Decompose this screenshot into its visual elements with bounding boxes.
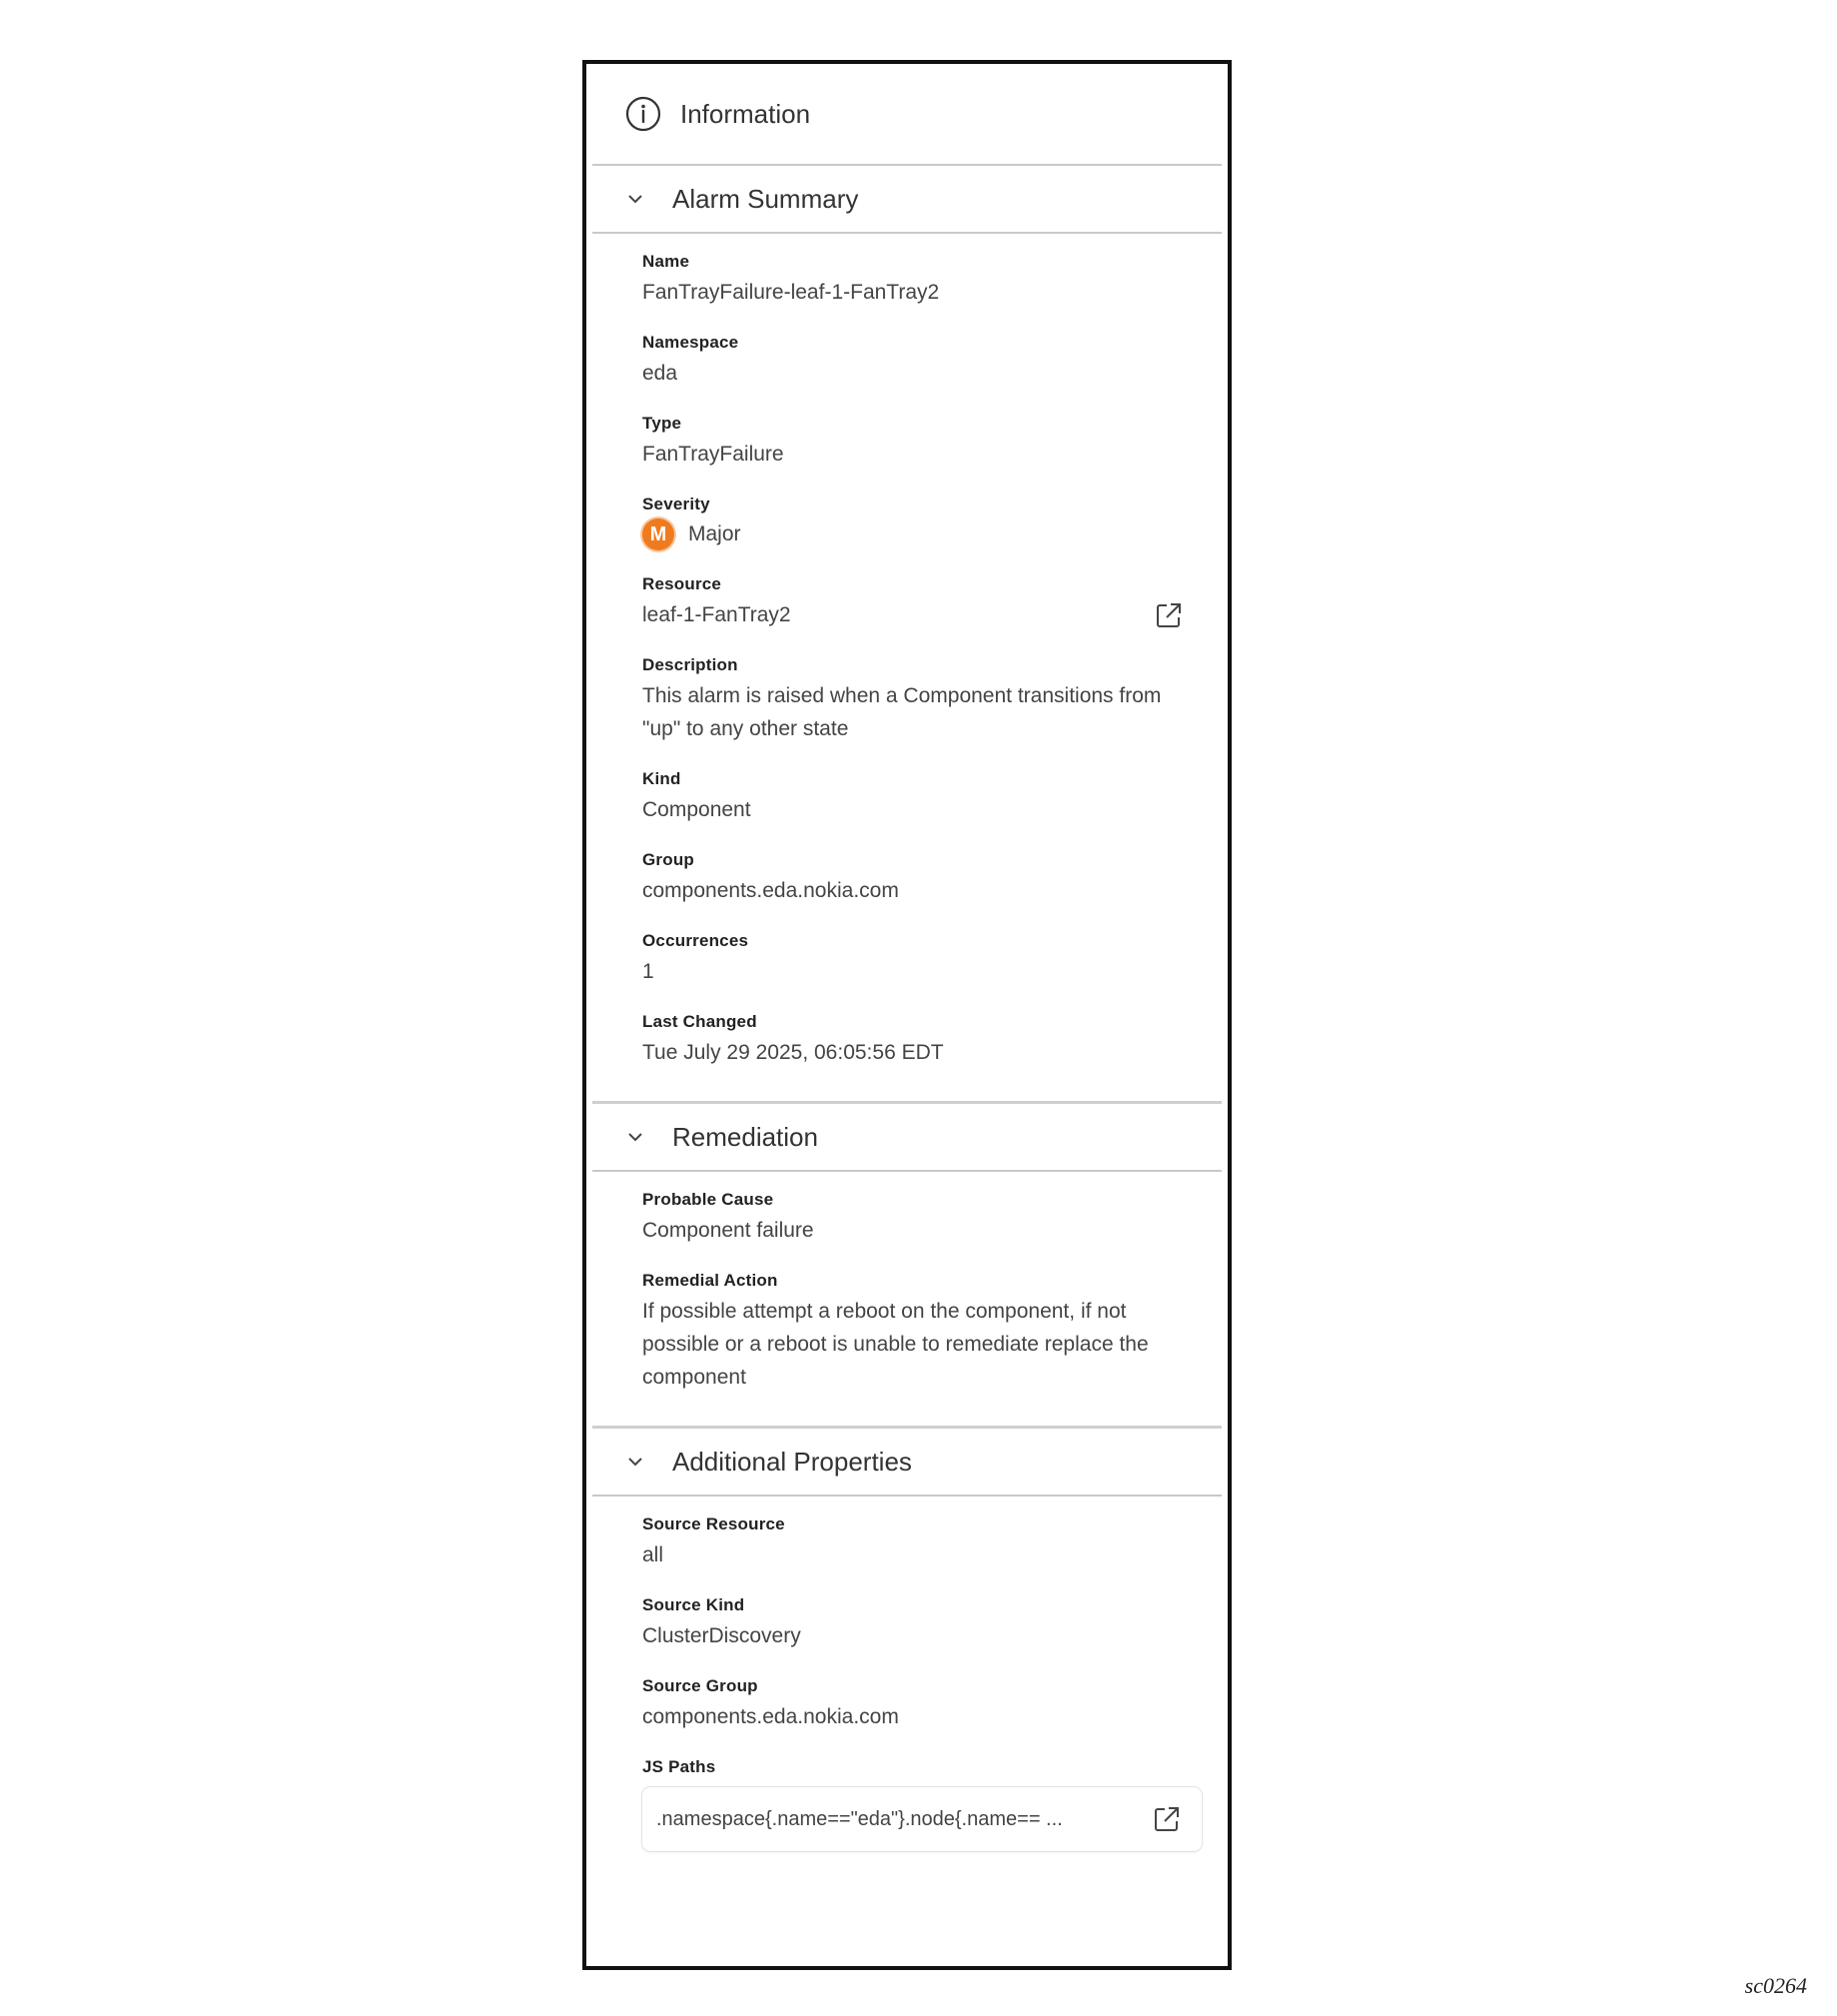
field-label: Source Group [642, 1676, 758, 1695]
field-label: Name [642, 252, 690, 271]
alarm-summary-body: Name FanTrayFailure-leaf-1-FanTray2 Name… [592, 234, 1222, 1104]
field-value: Component failure [642, 1219, 814, 1242]
field-value: ClusterDiscovery [642, 1624, 801, 1647]
field-label: Severity [642, 495, 710, 513]
field-label: Type [642, 414, 682, 433]
field-type: Type FanTrayFailure [642, 414, 1222, 471]
field-label: Source Kind [642, 1595, 745, 1614]
information-panel: Information Alarm Summary Name FanTrayFa… [582, 60, 1232, 1970]
field-value: 1 [642, 960, 654, 983]
field-resource: Resource leaf-1-FanTray2 [642, 574, 1222, 631]
section-title: Additional Properties [672, 1446, 912, 1477]
section-title: Alarm Summary [672, 183, 859, 214]
field-value: eda [642, 362, 678, 385]
field-value: This alarm is raised when a Component tr… [642, 684, 1162, 740]
field-label: Kind [642, 769, 681, 788]
field-label: Description [642, 655, 738, 674]
field-value: all [642, 1543, 664, 1566]
js-path-box[interactable]: .namespace{.name=="eda"}.node{.name== ..… [642, 1787, 1202, 1851]
field-source-group: Source Group components.eda.nokia.com [642, 1676, 1222, 1733]
js-path-value: .namespace{.name=="eda"}.node{.name== ..… [656, 1807, 1063, 1830]
field-name: Name FanTrayFailure-leaf-1-FanTray2 [642, 252, 1222, 309]
remediation-body: Probable Cause Component failure Remedia… [592, 1172, 1222, 1429]
severity-value: Major [688, 522, 741, 545]
additional-properties-header[interactable]: Additional Properties [592, 1429, 1222, 1497]
chevron-down-icon[interactable] [624, 1451, 646, 1473]
alarm-summary-header[interactable]: Alarm Summary [592, 166, 1222, 234]
field-value: components.eda.nokia.com [642, 1705, 899, 1728]
field-label: Occurrences [642, 931, 749, 950]
field-value: FanTrayFailure-leaf-1-FanTray2 [642, 281, 940, 304]
figure-tag: sc0264 [1744, 1973, 1807, 1998]
resource-row: leaf-1-FanTray2 [642, 598, 1222, 631]
external-link-icon[interactable] [1152, 1804, 1182, 1834]
info-circle-icon [624, 95, 662, 133]
panel-header: Information [592, 64, 1222, 166]
field-occurrences: Occurrences 1 [642, 931, 1222, 988]
field-last-changed: Last Changed Tue July 29 2025, 06:05:56 … [642, 1012, 1222, 1069]
field-value: If possible attempt a reboot on the comp… [642, 1300, 1149, 1389]
field-source-resource: Source Resource all [642, 1514, 1222, 1571]
field-remedial-action: Remedial Action If possible attempt a re… [642, 1271, 1222, 1394]
chevron-down-icon[interactable] [624, 188, 646, 210]
additional-properties-body: Source Resource all Source Kind ClusterD… [592, 1497, 1222, 1851]
remediation-section: Remediation Probable Cause Component fai… [592, 1104, 1222, 1429]
field-value: leaf-1-FanTray2 [642, 603, 791, 626]
field-label: Namespace [642, 333, 739, 352]
field-source-kind: Source Kind ClusterDiscovery [642, 1595, 1222, 1652]
alarm-summary-section: Alarm Summary Name FanTrayFailure-leaf-1… [592, 166, 1222, 1104]
field-value: Component [642, 798, 751, 821]
section-title: Remediation [672, 1121, 818, 1152]
field-js-paths: JS Paths .namespace{.name=="eda"}.node{.… [642, 1757, 1222, 1851]
field-severity: Severity M Major [642, 495, 1222, 550]
additional-properties-section: Additional Properties Source Resource al… [592, 1429, 1222, 1851]
severity-row: M Major [642, 518, 1222, 550]
field-label: Group [642, 850, 694, 869]
field-group: Group components.eda.nokia.com [642, 850, 1222, 907]
panel-title: Information [680, 98, 811, 129]
field-label: Remedial Action [642, 1271, 778, 1290]
field-label: Last Changed [642, 1012, 757, 1031]
field-label: JS Paths [642, 1757, 716, 1776]
field-label: Probable Cause [642, 1190, 774, 1209]
chevron-down-icon[interactable] [624, 1126, 646, 1148]
field-value: components.eda.nokia.com [642, 879, 899, 902]
severity-major-icon: M [642, 518, 674, 550]
field-value: Tue July 29 2025, 06:05:56 EDT [642, 1041, 944, 1064]
external-link-icon[interactable] [1154, 600, 1184, 630]
field-label: Resource [642, 574, 722, 593]
field-kind: Kind Component [642, 769, 1222, 826]
remediation-header[interactable]: Remediation [592, 1104, 1222, 1172]
field-namespace: Namespace eda [642, 333, 1222, 390]
field-description: Description This alarm is raised when a … [642, 655, 1222, 745]
field-value: FanTrayFailure [642, 443, 784, 466]
field-probable-cause: Probable Cause Component failure [642, 1190, 1222, 1247]
field-label: Source Resource [642, 1514, 785, 1533]
